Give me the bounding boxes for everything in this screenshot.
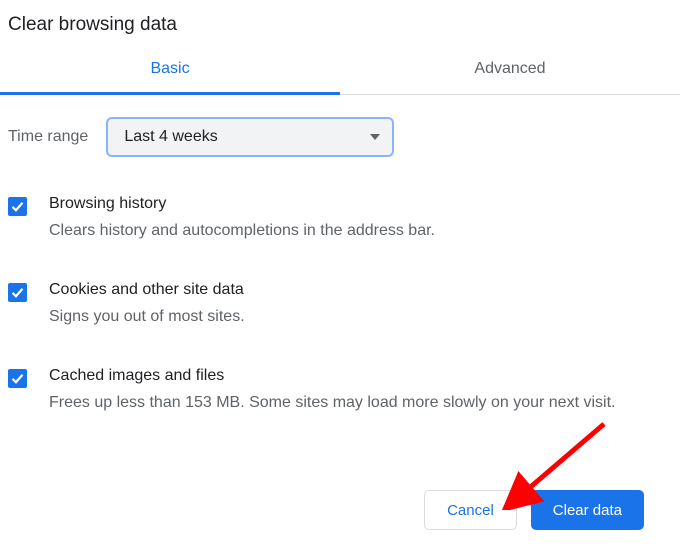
- time-range-row: Time range Last 4 weeks: [0, 95, 680, 167]
- time-range-value: Last 4 weeks: [124, 128, 217, 146]
- chevron-down-icon: [370, 134, 380, 140]
- cancel-button[interactable]: Cancel: [424, 490, 517, 530]
- clear-data-button[interactable]: Clear data: [531, 490, 644, 530]
- checkbox-cached[interactable]: [8, 369, 27, 388]
- tab-basic[interactable]: Basic: [0, 46, 340, 94]
- check-icon: [10, 285, 25, 300]
- time-range-dropdown[interactable]: Last 4 weeks: [106, 117, 394, 157]
- option-desc: Frees up less than 153 MB. Some sites ma…: [49, 391, 672, 415]
- option-browsing-history: Browsing history Clears history and auto…: [8, 183, 672, 269]
- tab-advanced[interactable]: Advanced: [340, 46, 680, 94]
- option-title: Cookies and other site data: [49, 281, 672, 299]
- option-title: Browsing history: [49, 195, 672, 213]
- option-cookies: Cookies and other site data Signs you ou…: [8, 269, 672, 355]
- option-text: Cookies and other site data Signs you ou…: [49, 281, 672, 329]
- dialog-title: Clear browsing data: [0, 0, 680, 46]
- tabs: Basic Advanced: [0, 46, 680, 95]
- option-desc: Clears history and autocompletions in th…: [49, 219, 672, 243]
- option-list: Browsing history Clears history and auto…: [0, 167, 680, 441]
- option-text: Browsing history Clears history and auto…: [49, 195, 672, 243]
- check-icon: [10, 371, 25, 386]
- checkbox-cookies[interactable]: [8, 283, 27, 302]
- dialog-footer: Cancel Clear data: [424, 490, 644, 530]
- time-range-label: Time range: [8, 128, 88, 146]
- option-desc: Signs you out of most sites.: [49, 305, 672, 329]
- option-cached: Cached images and files Frees up less th…: [8, 355, 672, 441]
- option-text: Cached images and files Frees up less th…: [49, 367, 672, 415]
- option-title: Cached images and files: [49, 367, 672, 385]
- checkbox-browsing-history[interactable]: [8, 197, 27, 216]
- check-icon: [10, 199, 25, 214]
